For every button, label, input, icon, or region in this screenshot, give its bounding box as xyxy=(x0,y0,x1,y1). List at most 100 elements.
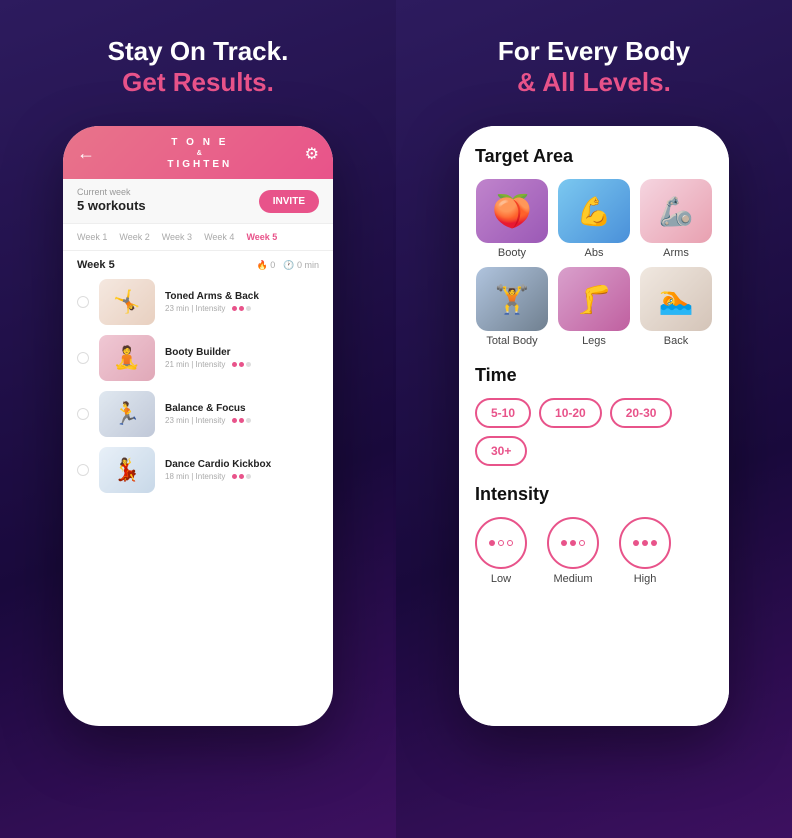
workout-info-4: Dance Cardio Kickbox 18 min | Intensity xyxy=(165,459,319,481)
workout-meta-4: 18 min | Intensity xyxy=(165,472,319,481)
workout-title-4: Dance Cardio Kickbox xyxy=(165,459,319,470)
workout-item-2[interactable]: 🧘 Booty Builder 21 min | Intensity xyxy=(77,335,319,381)
workout-info-1: Toned Arms & Back 23 min | Intensity xyxy=(165,291,319,313)
target-booty[interactable]: 🍑 Booty xyxy=(475,179,549,259)
intensity-circle-high xyxy=(619,517,671,569)
week-label: Week 5 xyxy=(77,259,115,271)
target-label-booty: Booty xyxy=(498,247,526,259)
phone-header: ← T O N E & TIGHTEN ⚙ xyxy=(63,126,333,179)
target-label-abs: Abs xyxy=(585,247,604,259)
left-phone-mockup: ← T O N E & TIGHTEN ⚙ Current week 5 wor… xyxy=(63,126,333,726)
current-week-info: Current week 5 workouts xyxy=(77,187,146,215)
back-icon[interactable]: ← xyxy=(77,143,95,164)
right-headline: For Every Body & All Levels. xyxy=(498,36,690,98)
time-btn-5-10[interactable]: 5-10 xyxy=(475,398,531,428)
workout-radio-4 xyxy=(77,464,89,476)
workout-figure-4: 💃 xyxy=(99,447,155,493)
tab-week3[interactable]: Week 3 xyxy=(158,230,196,244)
right-headline-pink: & All Levels. xyxy=(498,67,690,98)
intensity-dots-high xyxy=(633,540,657,546)
target-back[interactable]: 🏊 Back xyxy=(639,267,713,347)
target-area-grid: 🍑 Booty 💪 Abs 🦾 Arms xyxy=(475,179,713,347)
intensity-dots-2 xyxy=(232,362,251,367)
target-thumb-totalbody: 🏋️ xyxy=(476,267,548,331)
intensity-label-high: High xyxy=(634,573,657,585)
target-thumb-arms: 🦾 xyxy=(640,179,712,243)
workout-radio-3 xyxy=(77,408,89,420)
target-area-title: Target Area xyxy=(475,146,713,167)
workout-item-4[interactable]: 💃 Dance Cardio Kickbox 18 min | Intensit… xyxy=(77,447,319,493)
tab-week5[interactable]: Week 5 xyxy=(242,230,281,244)
workout-info-2: Booty Builder 21 min | Intensity xyxy=(165,347,319,369)
target-thumb-back: 🏊 xyxy=(640,267,712,331)
intensity-label-low: Low xyxy=(491,573,511,585)
idot-empty xyxy=(498,540,504,546)
right-phone-mockup: Target Area 🍑 Booty 💪 Abs 🦾 xyxy=(459,126,729,726)
dot xyxy=(232,306,237,311)
target-totalbody[interactable]: 🏋️ Total Body xyxy=(475,267,549,347)
back-figure: 🏊 xyxy=(640,267,712,331)
week-stats: 🔥 0 🕐 0 min xyxy=(257,260,319,271)
right-panel: For Every Body & All Levels. Target Area… xyxy=(396,0,792,838)
idot-empty xyxy=(579,540,585,546)
arms-figure: 🦾 xyxy=(640,179,712,243)
idot-empty xyxy=(507,540,513,546)
time-title: Time xyxy=(475,365,713,386)
invite-button[interactable]: INVITE xyxy=(259,190,319,213)
dot xyxy=(232,418,237,423)
left-panel: Stay On Track. Get Results. ← T O N E & … xyxy=(0,0,396,838)
idot xyxy=(633,540,639,546)
workout-item-1[interactable]: 🤸 Toned Arms & Back 23 min | Intensity xyxy=(77,279,319,325)
workout-figure-1: 🤸 xyxy=(99,279,155,325)
intensity-medium[interactable]: Medium xyxy=(547,517,599,585)
intensity-high[interactable]: High xyxy=(619,517,671,585)
left-headline: Stay On Track. Get Results. xyxy=(108,36,289,98)
dot-empty xyxy=(246,474,251,479)
time-stat: 🕐 0 min xyxy=(283,260,319,271)
time-btn-10-20[interactable]: 10-20 xyxy=(539,398,602,428)
workout-meta-1: 23 min | Intensity xyxy=(165,304,319,313)
intensity-title: Intensity xyxy=(475,484,713,505)
idot xyxy=(642,540,648,546)
tab-week2[interactable]: Week 2 xyxy=(115,230,153,244)
flames-stat: 🔥 0 xyxy=(257,260,276,271)
filter-icon[interactable]: ⚙ xyxy=(305,144,319,164)
workout-thumb-2: 🧘 xyxy=(99,335,155,381)
left-headline-pink: Get Results. xyxy=(108,67,289,98)
left-headline-white: Stay On Track. xyxy=(108,36,289,67)
idot xyxy=(570,540,576,546)
workout-figure-2: 🧘 xyxy=(99,335,155,381)
week-label-row: Week 5 🔥 0 🕐 0 min xyxy=(77,259,319,271)
app-logo: T O N E & TIGHTEN xyxy=(167,136,232,171)
right-phone-content: Target Area 🍑 Booty 💪 Abs 🦾 xyxy=(459,126,729,726)
workout-item-3[interactable]: 🏃 Balance & Focus 23 min | Intensity xyxy=(77,391,319,437)
time-btn-30plus[interactable]: 30+ xyxy=(475,436,527,466)
workout-radio-1 xyxy=(77,296,89,308)
workout-radio-2 xyxy=(77,352,89,364)
target-arms[interactable]: 🦾 Arms xyxy=(639,179,713,259)
totalbody-figure: 🏋️ xyxy=(476,267,548,331)
abs-figure: 💪 xyxy=(558,179,630,243)
tab-week4[interactable]: Week 4 xyxy=(200,230,238,244)
target-thumb-abs: 💪 xyxy=(558,179,630,243)
dot xyxy=(232,474,237,479)
intensity-dots-4 xyxy=(232,474,251,479)
intensity-circle-medium xyxy=(547,517,599,569)
time-btn-20-30[interactable]: 20-30 xyxy=(610,398,673,428)
workout-info-3: Balance & Focus 23 min | Intensity xyxy=(165,403,319,425)
target-abs[interactable]: 💪 Abs xyxy=(557,179,631,259)
intensity-options: Low Medium xyxy=(475,517,713,585)
tab-week1[interactable]: Week 1 xyxy=(73,230,111,244)
target-label-back: Back xyxy=(664,335,688,347)
workout-title-3: Balance & Focus xyxy=(165,403,319,414)
target-thumb-booty: 🍑 xyxy=(476,179,548,243)
target-legs[interactable]: 🦵 Legs xyxy=(557,267,631,347)
workout-title-2: Booty Builder xyxy=(165,347,319,358)
idot xyxy=(651,540,657,546)
intensity-dots-medium xyxy=(561,540,585,546)
intensity-dots-1 xyxy=(232,306,251,311)
booty-figure: 🍑 xyxy=(476,179,548,243)
idot xyxy=(561,540,567,546)
intensity-low[interactable]: Low xyxy=(475,517,527,585)
workout-thumb-3: 🏃 xyxy=(99,391,155,437)
